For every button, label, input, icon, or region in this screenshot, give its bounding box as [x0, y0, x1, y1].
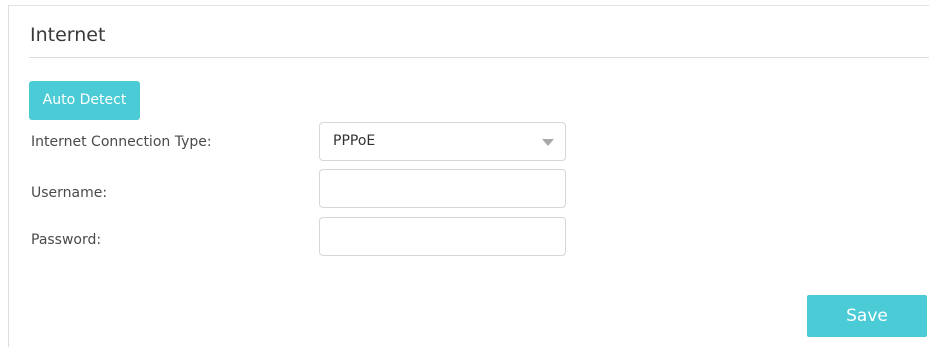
internet-settings-panel: Internet Auto Detect Internet Connection… [8, 5, 929, 347]
auto-detect-button[interactable]: Auto Detect [29, 81, 140, 120]
username-label: Username: [31, 185, 108, 201]
username-input[interactable] [319, 169, 566, 208]
password-input[interactable] [319, 217, 566, 256]
caret-down-icon [542, 139, 554, 146]
connection-type-select[interactable]: PPPoE [319, 122, 566, 161]
password-label: Password: [31, 232, 102, 248]
section-title: Internet [30, 24, 106, 46]
save-button[interactable]: Save [807, 295, 927, 337]
connection-type-value: PPPoE [333, 133, 376, 149]
title-divider [29, 57, 929, 58]
connection-type-label: Internet Connection Type: [31, 134, 212, 150]
